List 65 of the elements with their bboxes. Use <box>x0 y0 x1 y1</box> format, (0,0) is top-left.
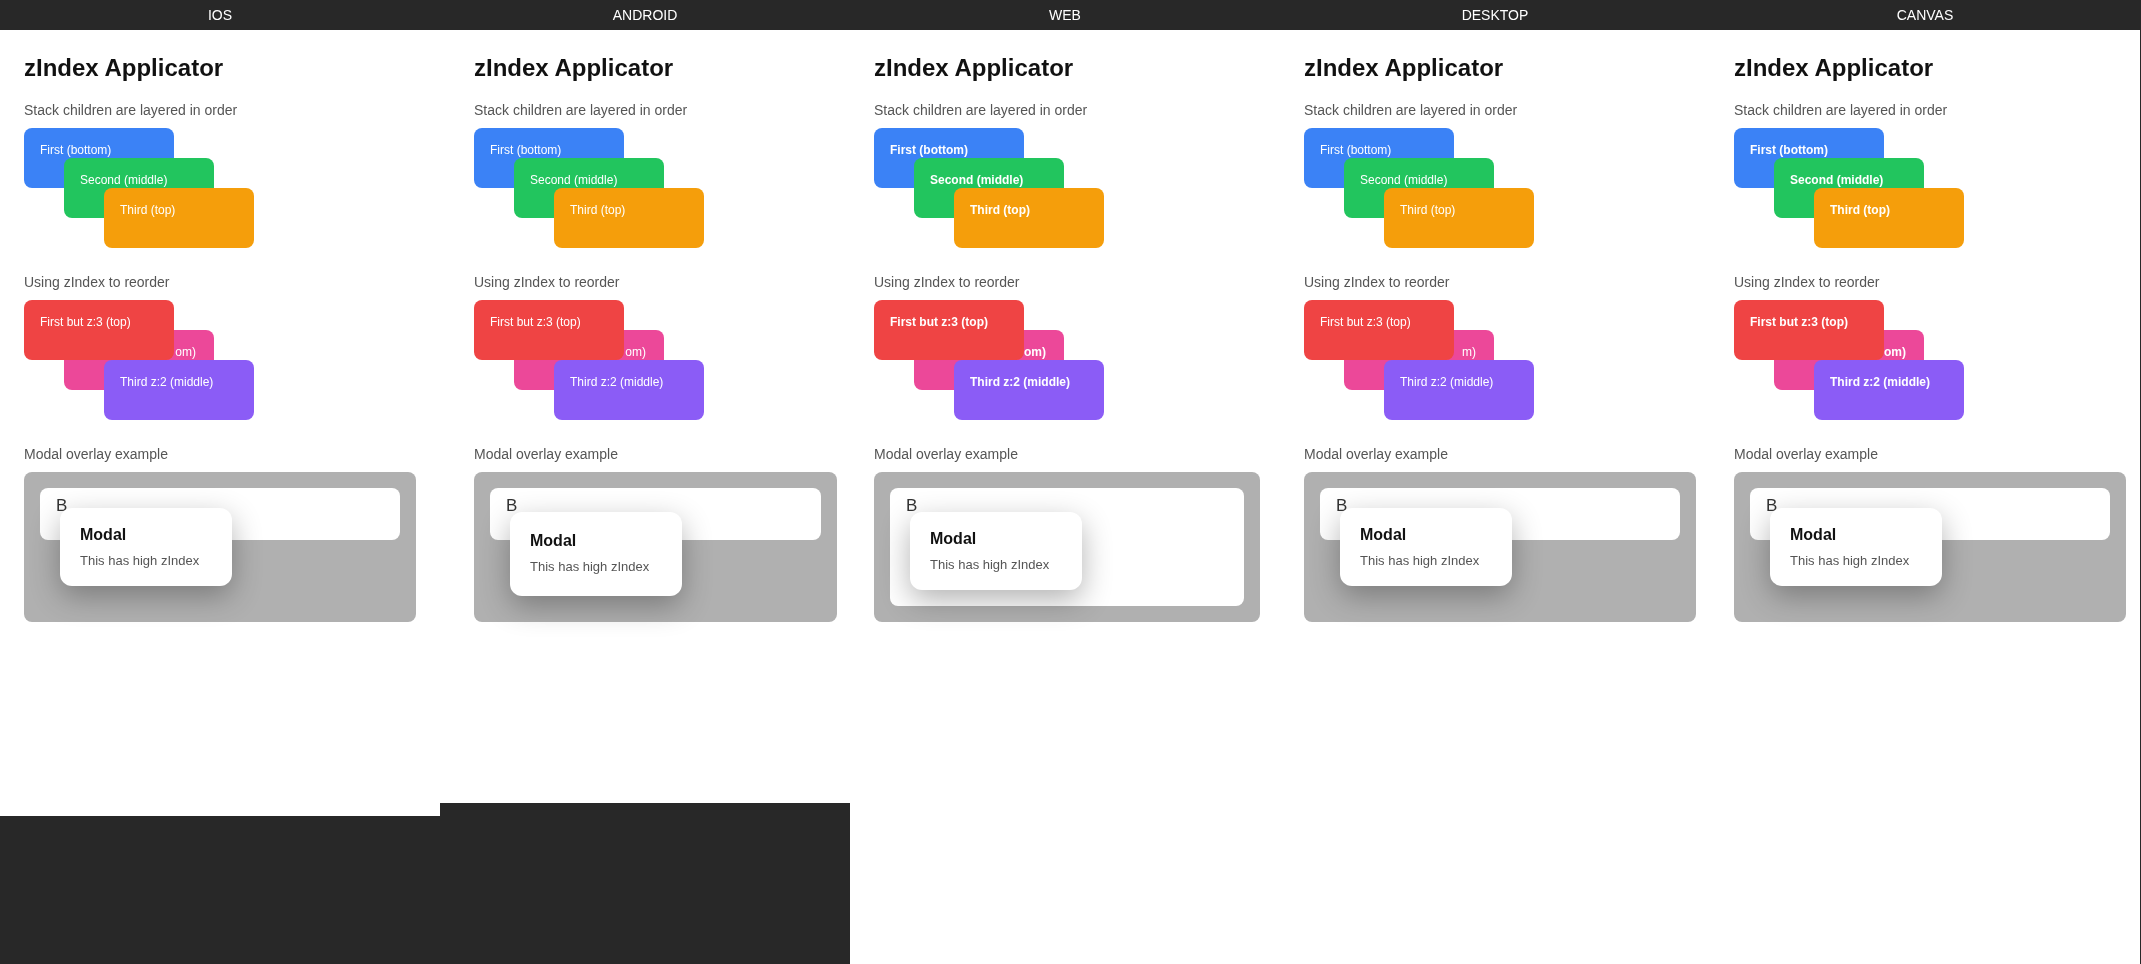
page-title: zIndex Applicator <box>24 53 225 83</box>
section-caption: Stack children are layered in order <box>24 101 239 120</box>
modal-title: Modal <box>80 525 128 545</box>
section-caption: Modal overlay example <box>24 445 169 464</box>
card-label: Third (top) <box>1830 202 1890 218</box>
card-label: Second (middle) <box>930 172 1024 188</box>
card-label: First but z:3 (top) <box>1750 314 1848 330</box>
modal-title: Modal <box>1790 525 1838 545</box>
card-label: Third z:2 (middle) <box>1830 374 1930 390</box>
background-text: B <box>1336 496 1348 516</box>
card-label: First (bottom) <box>890 142 968 158</box>
card-label: Third (top) <box>1400 202 1456 218</box>
section-caption: Modal overlay example <box>1734 445 1879 464</box>
modal-title: Modal <box>530 531 578 551</box>
card-label: om) <box>625 344 646 360</box>
card-label: m) <box>1462 344 1476 360</box>
card-label: First but z:3 (top) <box>890 314 988 330</box>
page-title: zIndex Applicator <box>474 53 675 83</box>
page-title: zIndex Applicator <box>1304 53 1505 83</box>
section-caption: Stack children are layered in order <box>874 101 1089 120</box>
background-text: B <box>506 496 518 516</box>
card-label: Third (top) <box>970 202 1030 218</box>
section-caption: Using zIndex to reorder <box>1734 273 1881 292</box>
card-label: First but z:3 (top) <box>490 314 581 330</box>
modal-text: This has high zIndex <box>530 558 651 576</box>
page-title: zIndex Applicator <box>1734 53 1935 83</box>
card-label: om) <box>175 344 196 360</box>
background-text: B <box>906 496 918 516</box>
section-caption: Using zIndex to reorder <box>874 273 1021 292</box>
card-label: Third z:2 (middle) <box>120 374 214 390</box>
background-text: B <box>56 496 68 516</box>
card-label: Third z:2 (middle) <box>570 374 664 390</box>
card-label: Third (top) <box>120 202 176 218</box>
section-caption: Stack children are layered in order <box>1734 101 1949 120</box>
card-label: First (bottom) <box>1320 142 1392 158</box>
card-label: Third z:2 (middle) <box>970 374 1070 390</box>
section-caption: Using zIndex to reorder <box>1304 273 1451 292</box>
card-label: First (bottom) <box>490 142 562 158</box>
card-label: Second (middle) <box>1360 172 1448 188</box>
section-caption: Stack children are layered in order <box>1304 101 1519 120</box>
background-text: B <box>1766 496 1778 516</box>
card-label: First (bottom) <box>40 142 112 158</box>
modal-text: This has high zIndex <box>1360 552 1481 570</box>
section-caption: Stack children are layered in order <box>474 101 689 120</box>
modal-title: Modal <box>930 529 978 549</box>
modal-text: This has high zIndex <box>930 556 1051 574</box>
modal-text: This has high zIndex <box>80 552 201 570</box>
card-label: Second (middle) <box>80 172 168 188</box>
card-label: om) <box>1024 344 1046 360</box>
card-label: Second (middle) <box>530 172 618 188</box>
modal-title: Modal <box>1360 525 1408 545</box>
section-caption: Modal overlay example <box>874 445 1019 464</box>
section-caption: Using zIndex to reorder <box>24 273 171 292</box>
section-caption: Using zIndex to reorder <box>474 273 621 292</box>
card-label: First (bottom) <box>1750 142 1828 158</box>
page-title: zIndex Applicator <box>874 53 1075 83</box>
card-label: Second (middle) <box>1790 172 1884 188</box>
card-label: First but z:3 (top) <box>1320 314 1411 330</box>
card-label: Third z:2 (middle) <box>1400 374 1494 390</box>
section-caption: Modal overlay example <box>474 445 619 464</box>
modal-text: This has high zIndex <box>1790 552 1911 570</box>
card-label: First but z:3 (top) <box>40 314 131 330</box>
card-label: om) <box>1884 344 1906 360</box>
section-caption: Modal overlay example <box>1304 445 1449 464</box>
card-label: Third (top) <box>570 202 626 218</box>
